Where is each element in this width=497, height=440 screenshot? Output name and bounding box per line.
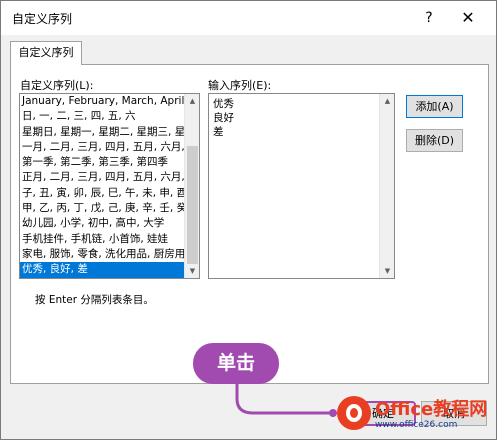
list-item[interactable]: 日, 一, 二, 三, 四, 五, 六 [20, 109, 185, 124]
custom-lists-label: 自定义序列(L): [20, 79, 94, 92]
listbox-items: January, February, March, April 日, 一, 二, … [20, 94, 185, 278]
hint-text: 按 Enter 分隔列表条目。 [35, 294, 154, 306]
list-entries-content: 优秀 良好差 [209, 94, 380, 278]
list-item[interactable]: 优秀, 良好, 差 [20, 262, 185, 278]
list-item[interactable]: 家电, 服饰, 零食, 洗化用品, 厨房用 [20, 247, 185, 262]
custom-lists-listbox[interactable]: January, February, March, April 日, 一, 二, … [19, 93, 200, 279]
custom-lists-dialog: 自定义序列 ? ✕ 自定义序列 自定义序列(L): 输入序列(E): Janua… [0, 0, 497, 440]
entry-line: 差 [213, 126, 224, 138]
list-item[interactable]: 甲, 乙, 丙, 丁, 戊, 己, 庚, 辛, 壬, 癸 [20, 201, 185, 216]
delete-button[interactable]: 删除(D) [406, 129, 463, 152]
tab-custom-lists[interactable]: 自定义序列 [10, 41, 82, 65]
site-watermark: Office教程网 www.office26.com [337, 393, 497, 439]
list-item[interactable]: 手机挂件, 手机链, 小首饰, 娃娃 [20, 232, 185, 247]
list-item[interactable]: 幼儿园, 小学, 初中, 高中, 大学 [20, 216, 185, 231]
list-item[interactable]: 第一季, 第二季, 第三季, 第四季 [20, 155, 185, 170]
listbox-scrollbar[interactable]: ▲ ▼ [184, 94, 199, 278]
scroll-up-arrow-icon[interactable]: ▲ [185, 94, 199, 108]
list-item[interactable]: 星期日, 星期一, 星期二, 星期三, 星 [20, 125, 185, 140]
dialog-title: 自定义序列 [12, 12, 73, 26]
scroll-down-arrow-icon[interactable]: ▼ [185, 264, 199, 278]
list-item[interactable]: 子, 丑, 寅, 卯, 辰, 巳, 午, 未, 申, 酉 [20, 186, 185, 201]
scroll-down-arrow-icon[interactable]: ▼ [380, 264, 394, 278]
list-item[interactable]: 正月, 二月, 三月, 四月, 五月, 六月, [20, 170, 185, 185]
help-button[interactable]: ? [417, 7, 441, 29]
watermark-url: www.office26.com [375, 420, 458, 430]
office-logo-icon [337, 396, 371, 430]
list-entries-textarea[interactable]: 优秀良好差 ▲ ▼ [208, 93, 395, 279]
entry-line: 优秀 [213, 98, 234, 110]
list-item[interactable]: January, February, March, April [20, 94, 185, 109]
title-bar: 自定义序列 ? ✕ [1, 1, 496, 35]
scroll-up-arrow-icon[interactable]: ▲ [380, 94, 394, 108]
scroll-thumb[interactable] [187, 146, 198, 264]
close-button[interactable]: ✕ [456, 7, 480, 29]
textarea-scrollbar[interactable]: ▲ ▼ [379, 94, 394, 278]
click-callout: 单击 [193, 343, 279, 384]
add-button[interactable]: 添加(A) [406, 95, 463, 118]
watermark-title: Office教程网 [375, 399, 488, 420]
entry-line: 良好 [213, 112, 234, 124]
list-item[interactable]: 一月, 二月, 三月, 四月, 五月, 六月, [20, 140, 185, 155]
list-entries-label: 输入序列(E): [208, 79, 272, 92]
